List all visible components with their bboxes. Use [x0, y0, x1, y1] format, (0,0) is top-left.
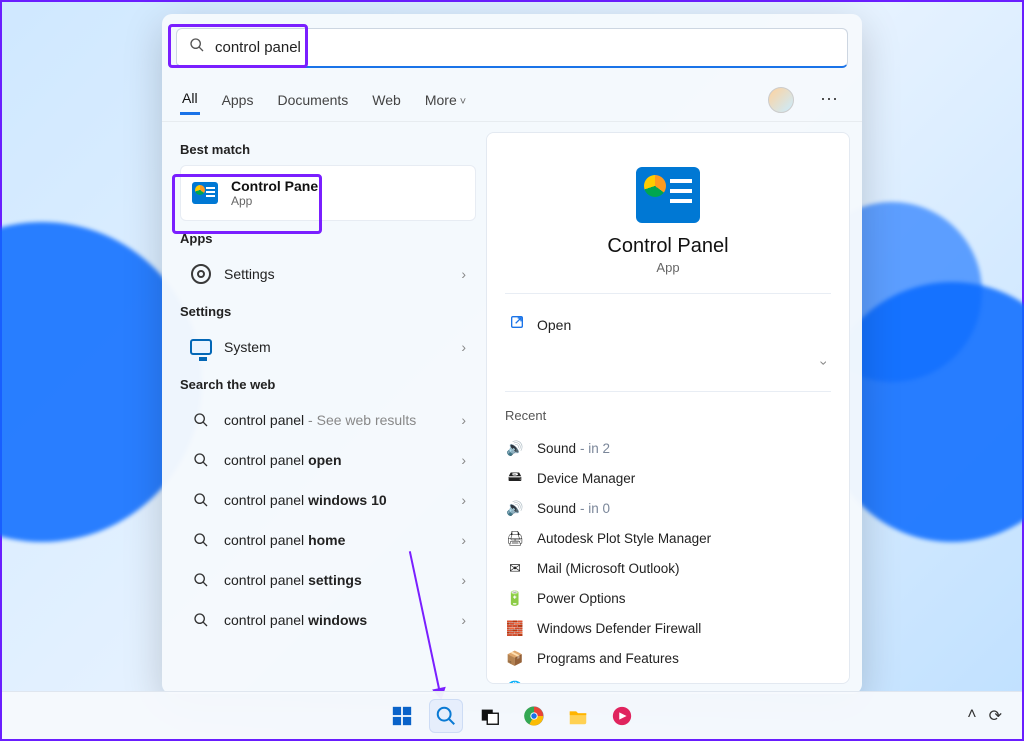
results-list: Best match Control Panel App Apps Settin… — [162, 122, 482, 694]
chevron-right-icon: › — [461, 612, 466, 628]
result-title: Control Panel — [231, 178, 465, 194]
printer-icon: 🖨 — [505, 528, 525, 548]
result-label: control panel open — [224, 452, 461, 468]
preview-title: Control Panel — [505, 235, 831, 258]
recent-item[interactable]: 🔋Power Options — [505, 583, 831, 613]
search-input[interactable] — [215, 39, 835, 56]
mail-icon: ✉ — [505, 558, 525, 578]
search-icon — [190, 529, 212, 551]
recent-item[interactable]: 🧱Windows Defender Firewall — [505, 613, 831, 643]
device-icon: 🖴 — [505, 468, 525, 488]
web-result[interactable]: control panel home › — [180, 520, 476, 560]
divider — [505, 293, 831, 294]
search-icon — [190, 489, 212, 511]
search-web-header: Search the web — [180, 377, 476, 392]
tab-apps[interactable]: Apps — [220, 86, 256, 114]
sound-icon: 🔊 — [505, 438, 525, 458]
best-match-header: Best match — [180, 142, 476, 157]
recent-item[interactable]: ✉Mail (Microsoft Outlook) — [505, 553, 831, 583]
taskbar: ˄ ⟳ — [2, 691, 1022, 739]
search-icon — [190, 609, 212, 631]
open-icon — [509, 314, 525, 335]
system-tray[interactable]: ˄ ⟳ — [967, 706, 1002, 726]
result-label: control panel - See web results — [224, 412, 461, 428]
tab-more[interactable]: More — [423, 86, 468, 114]
recent-item[interactable]: 🔊Sound- in 2 — [505, 433, 831, 463]
recent-item[interactable]: 🌐Network and Sharing Center — [505, 673, 831, 684]
preview-subtitle: App — [505, 260, 831, 275]
start-button[interactable] — [385, 699, 419, 733]
recent-header: Recent — [505, 408, 831, 423]
result-label: control panel windows 10 — [224, 492, 461, 508]
tab-documents[interactable]: Documents — [275, 86, 350, 114]
task-view-button[interactable] — [473, 699, 507, 733]
start-search-panel: All Apps Documents Web More ⋯ Best match… — [162, 14, 862, 694]
overflow-menu-icon[interactable]: ⋯ — [814, 89, 844, 110]
chevron-right-icon: › — [461, 412, 466, 428]
apps-header: Apps — [180, 231, 476, 246]
recent-item[interactable]: 🖴Device Manager — [505, 463, 831, 493]
taskbar-search-button[interactable] — [429, 699, 463, 733]
network-icon: 🌐 — [505, 678, 525, 684]
sync-icon[interactable]: ⟳ — [989, 706, 1002, 726]
settings-header: Settings — [180, 304, 476, 319]
search-area — [162, 14, 862, 76]
preview-pane: Control Panel App Open › Recent 🔊Sound- … — [486, 132, 850, 684]
recent-item[interactable]: 📦Programs and Features — [505, 643, 831, 673]
settings-result-system[interactable]: System › — [180, 327, 476, 367]
best-match-result[interactable]: Control Panel App — [180, 165, 476, 221]
gear-icon — [190, 263, 212, 285]
tab-all[interactable]: All — [180, 84, 200, 115]
search-icon — [189, 37, 205, 58]
open-label: Open — [537, 317, 827, 333]
recent-item[interactable]: 🖨Autodesk Plot Style Manager — [505, 523, 831, 553]
search-icon — [190, 449, 212, 471]
search-icon — [190, 409, 212, 431]
result-label: control panel home — [224, 532, 461, 548]
chevron-right-icon: › — [461, 492, 466, 508]
result-label: Settings — [224, 266, 461, 282]
chevron-right-icon: › — [461, 339, 466, 355]
user-avatar[interactable] — [768, 87, 794, 113]
monitor-icon — [190, 336, 212, 358]
result-label: control panel settings — [224, 572, 461, 588]
sound-icon: 🔊 — [505, 498, 525, 518]
search-icon — [190, 569, 212, 591]
taskbar-explorer[interactable] — [561, 699, 595, 733]
recent-item[interactable]: 🔊Sound- in 0 — [505, 493, 831, 523]
firewall-icon: 🧱 — [505, 618, 525, 638]
web-result[interactable]: control panel windows › — [180, 600, 476, 640]
power-icon: 🔋 — [505, 588, 525, 608]
result-label: System — [224, 339, 461, 355]
web-result[interactable]: control panel - See web results › — [180, 400, 476, 440]
taskbar-app[interactable] — [605, 699, 639, 733]
taskbar-chrome[interactable] — [517, 699, 551, 733]
chevron-down-icon: › — [817, 361, 833, 366]
web-result[interactable]: control panel open › — [180, 440, 476, 480]
chevron-right-icon: › — [461, 572, 466, 588]
open-action[interactable]: Open — [505, 304, 831, 345]
web-result[interactable]: control panel windows 10 › — [180, 480, 476, 520]
control-panel-large-icon — [636, 167, 700, 223]
filter-tabs: All Apps Documents Web More ⋯ — [162, 76, 862, 122]
search-box[interactable] — [176, 28, 848, 68]
result-subtitle: App — [231, 194, 465, 208]
chevron-right-icon: › — [461, 266, 466, 282]
chevron-right-icon: › — [461, 452, 466, 468]
chevron-right-icon: › — [461, 532, 466, 548]
expand-actions[interactable]: › — [505, 345, 831, 381]
web-result[interactable]: control panel settings › — [180, 560, 476, 600]
apps-result-settings[interactable]: Settings › — [180, 254, 476, 294]
programs-icon: 📦 — [505, 648, 525, 668]
tab-web[interactable]: Web — [370, 86, 403, 114]
chevron-up-icon[interactable]: ˄ — [967, 706, 976, 726]
divider — [505, 391, 831, 392]
control-panel-icon — [191, 179, 219, 207]
